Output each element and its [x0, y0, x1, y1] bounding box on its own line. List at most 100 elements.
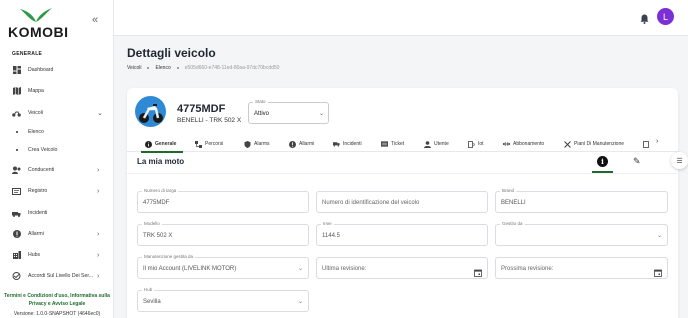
- breadcrumb-item[interactable]: Elenco: [155, 65, 170, 71]
- tab-label: Ticket: [391, 141, 405, 147]
- hub-select[interactable]: Hub Sevilla ⌄: [137, 287, 309, 312]
- sidebar: KOMOBI « GENERALE Dashboard Mappa Veicol…: [0, 0, 114, 318]
- tab-iot[interactable]: Iot: [468, 138, 484, 150]
- shield-icon: [244, 140, 251, 148]
- dashboard-icon: [12, 66, 21, 75]
- tab-alarms-en[interactable]: Alarms: [244, 138, 270, 150]
- field-label: Gestito da: [500, 221, 525, 226]
- chevron-down-icon: ⌄: [318, 111, 324, 117]
- last-revision-date-field[interactable]: Ultima revisione:: [316, 257, 488, 279]
- bullet-icon: [16, 149, 18, 151]
- sidebar-item-register[interactable]: Registro ›: [0, 183, 113, 199]
- tab-bar: Generale Percorsi Alarms Allarmi Inciden…: [127, 136, 678, 152]
- vin-field[interactable]: Numero di identificazione del veicolo: [316, 191, 488, 213]
- status-label: Stato: [253, 99, 268, 104]
- tab-ticket[interactable]: Ticket: [381, 138, 404, 150]
- chevron-down-icon: ⌄: [656, 233, 662, 239]
- tab-subscription[interactable]: Abbonamento: [503, 138, 544, 150]
- tab-incidents[interactable]: Incidenti: [333, 138, 362, 150]
- chevron-down-icon: ⌄: [297, 266, 303, 272]
- tab-user[interactable]: Utente: [424, 138, 449, 150]
- sidebar-item-map[interactable]: Mappa: [0, 83, 113, 99]
- collapse-sidebar-icon[interactable]: «: [92, 14, 98, 26]
- field-label: Hub: [142, 287, 155, 292]
- subscription-icon: [503, 141, 510, 148]
- imei-field[interactable]: Imei 1144.5: [316, 221, 488, 246]
- ticket-icon: [381, 141, 388, 148]
- field-value: Sevilla: [143, 299, 161, 305]
- sidebar-item-label: Allarmi: [28, 231, 44, 237]
- hub-icon: [12, 251, 21, 260]
- model-field[interactable]: Modello TRK 502 X: [137, 221, 309, 246]
- field-placeholder: Ultima revisione:: [322, 266, 367, 272]
- sidebar-item-label: Conducenti: [28, 167, 55, 173]
- map-icon: [12, 87, 21, 96]
- sidebar-item-drivers[interactable]: Conducenti ›: [0, 162, 113, 178]
- field-label: Brand: [500, 188, 517, 193]
- info-icon: [145, 140, 152, 148]
- field-label: Imei: [321, 221, 334, 226]
- tab-label: Allarmi: [299, 141, 315, 147]
- plate-number-field[interactable]: Numero di targa 4775MDF: [137, 188, 309, 213]
- tab-label: Abbonamento: [513, 141, 545, 147]
- maintenance-managed-by-select[interactable]: Manutenzione gestita da Il mio Account (…: [137, 254, 309, 279]
- sidebar-subitem-create-vehicle[interactable]: Crea Veicolo: [0, 142, 113, 158]
- tab-maintenance-plans[interactable]: Piani Di Manutenzione: [564, 138, 624, 150]
- tab-routes[interactable]: Percorsi: [195, 138, 223, 150]
- bell-icon[interactable]: [640, 11, 649, 29]
- breadcrumb-item[interactable]: Veicoli: [127, 65, 141, 71]
- agreement-icon: [12, 272, 21, 281]
- sidebar-item-dashboard[interactable]: Dashboard: [0, 62, 113, 78]
- page-title: Dettagli veicolo: [127, 46, 216, 60]
- tab-general[interactable]: Generale: [145, 138, 176, 150]
- active-tab-indicator: [141, 151, 183, 153]
- sidebar-subitem-list[interactable]: Elenco: [0, 124, 113, 140]
- vehicle-model: BENELLI - TRK 502 X: [177, 117, 242, 124]
- settings-sliders-icon[interactable]: ☰: [671, 152, 688, 169]
- drivers-icon: [12, 166, 21, 175]
- chevron-right-icon: ›: [97, 251, 100, 259]
- section-title: La mia moto: [137, 157, 185, 166]
- sidebar-item-vehicles[interactable]: Veicoli ⌄: [0, 105, 113, 121]
- tab-more[interactable]: [642, 138, 649, 150]
- tab-label: Generale: [155, 141, 177, 147]
- field-label: Manutenzione gestita da: [142, 254, 196, 259]
- tab-label: Alarms: [254, 141, 270, 147]
- sidebar-item-sla[interactable]: Accordi Sul Livello Dei Ser... ›: [0, 268, 113, 284]
- logo[interactable]: KOMOBI: [8, 6, 68, 40]
- avatar[interactable]: L: [657, 8, 674, 25]
- calendar-icon[interactable]: [654, 264, 662, 277]
- status-select[interactable]: Stato Attivo ⌄: [248, 99, 329, 124]
- sidebar-item-alarms[interactable]: Allarmi ›: [0, 226, 113, 242]
- vehicle-image: [135, 96, 166, 127]
- field-value: TRK 502 X: [143, 233, 173, 239]
- logo-mark-icon: [20, 8, 52, 22]
- field-placeholder: Prossima revisione:: [501, 266, 554, 272]
- chevron-right-icon: ›: [97, 187, 100, 195]
- topbar: L: [114, 0, 688, 36]
- sidebar-section-label: GENERALE: [12, 51, 43, 57]
- terms-link[interactable]: Termini e Condizioni d'uso, Informativa …: [0, 293, 114, 299]
- managed-by-select[interactable]: Gestito da ⌄: [495, 221, 668, 246]
- sidebar-item-incidents[interactable]: Incidenti: [0, 205, 113, 221]
- register-icon: [12, 187, 21, 196]
- next-revision-date-field[interactable]: Prossima revisione:: [495, 257, 668, 279]
- status-value: Attivo: [254, 111, 270, 117]
- field-value: 1144.5: [322, 233, 340, 239]
- tab-alarms[interactable]: Allarmi: [289, 138, 314, 150]
- route-icon: [195, 140, 202, 148]
- brand-field[interactable]: Brand BENELLI: [495, 188, 668, 213]
- privacy-link[interactable]: Privacy e Avviso Legale: [0, 301, 114, 307]
- chevron-right-icon: ›: [97, 230, 100, 238]
- calendar-icon[interactable]: [474, 264, 482, 277]
- chevron-right-icon: ›: [97, 272, 100, 280]
- info-icon[interactable]: i: [597, 156, 608, 167]
- app-version: Versione: 1.0.0-SNAPSHOT (4646ec0): [13, 311, 101, 317]
- sidebar-item-label: Accordi Sul Livello Dei Ser...: [28, 273, 94, 279]
- tab-label: Utente: [434, 141, 449, 147]
- pencil-icon[interactable]: ✎: [633, 156, 641, 167]
- breadcrumb: Veicoli Elenco e505d660-e748-11ed-80aa-9…: [127, 65, 279, 71]
- sidebar-item-hubs[interactable]: Hubs ›: [0, 247, 113, 263]
- field-placeholder: Numero di identificazione del veicolo: [322, 200, 420, 206]
- chevron-right-icon[interactable]: ›: [656, 138, 658, 145]
